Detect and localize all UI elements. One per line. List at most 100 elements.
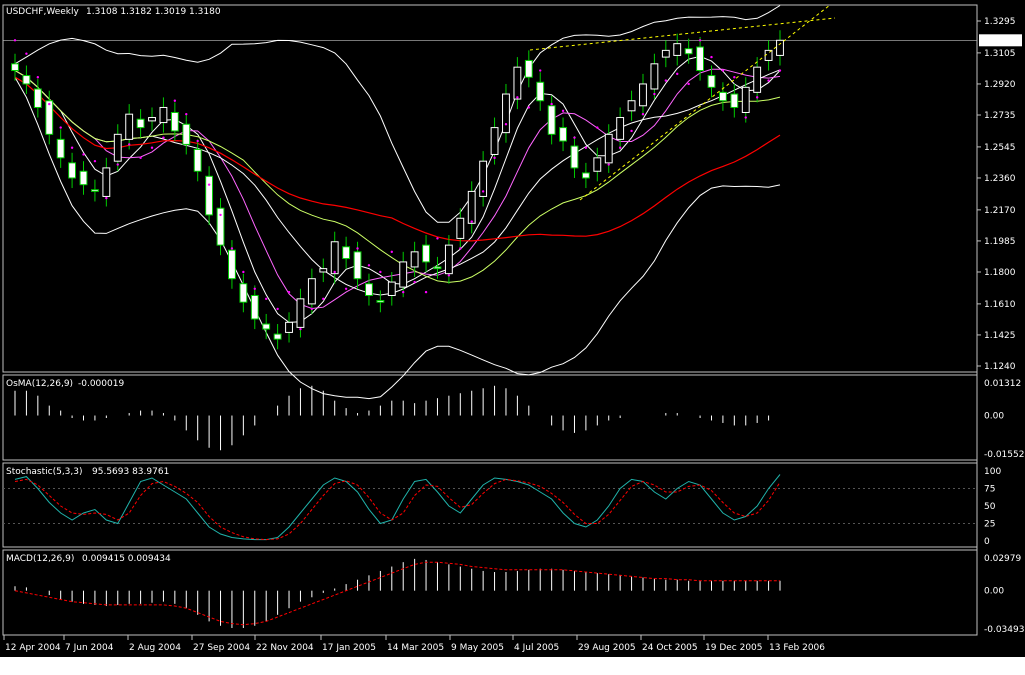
sar-dot [93, 159, 97, 163]
ohlc-label: 1.3108 1.3182 1.3019 1.3180 [86, 7, 221, 17]
candle-body [125, 113, 134, 140]
time-tick-label: 7 Jun 2004 [65, 643, 114, 653]
candle-body [581, 172, 590, 179]
stoch-main-line [14, 474, 781, 541]
sar-dot [185, 112, 188, 116]
sar-dot [379, 270, 382, 274]
sar-dot [539, 69, 542, 72]
time-tick-label: 12 Apr 2004 [5, 643, 61, 653]
candle-body [79, 170, 88, 186]
candle-body [718, 91, 727, 102]
candle-body [639, 83, 647, 107]
candle-body [524, 59, 533, 78]
candle-body [285, 321, 293, 333]
time-tick-label: 27 Sep 2004 [193, 643, 250, 653]
stoch-label: Stochastic(5,3,3) [6, 467, 83, 477]
candle-body [456, 217, 465, 239]
sar-dot [653, 92, 656, 96]
sar-dot [687, 82, 690, 86]
osma-value-label: -0.000019 [78, 379, 124, 389]
candle-body [707, 75, 716, 88]
osma-tick-label: 0.01312 [984, 379, 1021, 389]
price-tick-label: 1.1985 [984, 237, 1016, 247]
sar-dot [698, 39, 702, 42]
candle-body [502, 93, 510, 134]
osma-tick-label: -0.01552 [984, 450, 1024, 460]
price-tick-label: 1.3295 [984, 17, 1016, 27]
sar-dot [664, 79, 668, 82]
sar-dot [367, 264, 371, 267]
sar-dot [436, 237, 439, 240]
candle-body [661, 49, 670, 58]
candle-body [399, 261, 408, 288]
sar-dot [105, 196, 108, 200]
sar-dot [287, 290, 291, 294]
trendline-support [579, 4, 831, 201]
sar-dot [390, 250, 393, 254]
sar-dot [173, 99, 177, 102]
candle-body [102, 167, 111, 197]
osma-tick-label: 0.00 [984, 412, 1004, 422]
current-price-label: 1.3180 [982, 36, 1014, 46]
candle-body [684, 48, 693, 55]
sar-dot [481, 190, 485, 193]
candle-body [91, 189, 99, 192]
time-tick-label: 9 May 2005 [451, 643, 504, 653]
sar-dot [424, 290, 428, 294]
candle-body [113, 133, 122, 162]
stoch-value-label: 95.5693 83.9761 [92, 467, 169, 477]
macd-signal-line [14, 561, 780, 626]
sar-dot [755, 96, 759, 99]
sar-dot [207, 183, 211, 186]
candle-body [56, 138, 65, 159]
sar-dot [242, 270, 245, 274]
candle-body [741, 86, 750, 113]
sar-dot [333, 270, 336, 274]
sar-dot [310, 307, 314, 311]
candle-body [444, 244, 453, 275]
candle-body [273, 333, 282, 340]
candle-body [547, 105, 556, 135]
time-tick-label: 14 Mar 2005 [387, 643, 444, 653]
candle-body [467, 190, 476, 224]
sar-dot [59, 126, 62, 129]
price-tick-label: 1.2170 [984, 206, 1016, 216]
price-tick-label: 1.1800 [984, 268, 1016, 278]
sar-dot [230, 247, 234, 250]
sar-dot [493, 156, 496, 160]
sar-dot [527, 106, 531, 109]
sar-dot [219, 213, 222, 217]
time-tick-label: 19 Dec 2005 [705, 643, 763, 653]
candle-body [513, 66, 522, 100]
candle-body [205, 175, 214, 216]
macd-tick-label: 0.00 [984, 587, 1004, 597]
candle-body [536, 81, 545, 102]
macd-tick-label: -0.03493 [984, 625, 1024, 635]
sar-dot [356, 247, 359, 250]
sar-dot [70, 146, 74, 149]
sar-dot [596, 126, 599, 129]
candle-body [228, 249, 236, 280]
macd-label: MACD(12,26,9) [6, 554, 74, 564]
ma-magenta-line [14, 68, 781, 310]
ma-fast-line [14, 55, 781, 323]
sar-dot [322, 297, 325, 301]
sar-dot [276, 307, 279, 311]
candle-body [776, 39, 784, 56]
sar-dot [550, 102, 553, 106]
symbol-label: USDCHF,Weekly [6, 7, 79, 17]
sar-dot [36, 76, 40, 79]
sar-dot [767, 79, 770, 82]
stoch-tick-label: 100 [984, 467, 1001, 477]
candle-body [627, 100, 636, 112]
price-tick-label: 1.1240 [984, 362, 1016, 372]
time-tick-label: 22 Nov 2004 [256, 643, 314, 653]
candle-body [193, 148, 202, 172]
candle-body [410, 251, 419, 268]
sar-dot [607, 163, 610, 166]
trendline-upper [529, 17, 836, 51]
sar-dot [402, 290, 405, 294]
candle-body [650, 63, 659, 90]
sar-dot [641, 112, 645, 116]
chart-canvas[interactable]: 1.3295 1.3105 1.2920 1.2735 1.2545 1.2360 1.21… [0, 0, 1025, 675]
